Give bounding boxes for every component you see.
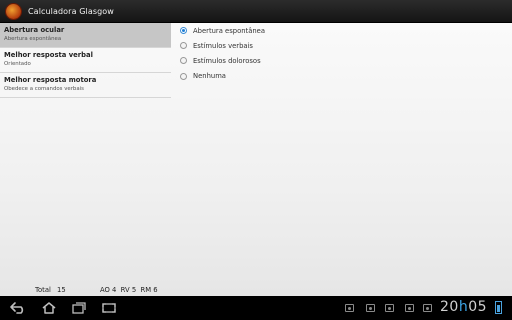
battery-icon [495, 301, 502, 314]
content-area: Abertura ocular Abertura espontânea Melh… [0, 23, 512, 296]
back-icon[interactable] [9, 301, 27, 315]
notification-icon[interactable] [405, 304, 414, 312]
total-label: Total [35, 286, 51, 294]
radio-button[interactable] [180, 42, 187, 50]
option-verbal-stimuli[interactable]: Estímulos verbais [176, 38, 506, 53]
action-bar: Calculadora Glasgow [0, 0, 512, 23]
app-title: Calculadora Glasgow [28, 6, 114, 16]
option-label: Estímulos verbais [193, 41, 253, 50]
clock-separator: h [458, 299, 469, 315]
screenshot-icon[interactable] [100, 301, 118, 315]
notification-icon[interactable] [423, 304, 432, 312]
category-title: Melhor resposta motora [4, 76, 97, 84]
category-item-eye-opening[interactable]: Abertura ocular Abertura espontânea [0, 23, 171, 48]
clock[interactable]: 20h05 [440, 299, 487, 315]
notification-icon[interactable] [366, 304, 375, 312]
brain-icon[interactable] [6, 3, 21, 19]
score-breakdown: AO 4 RV 5 RM 6 [100, 286, 158, 294]
option-label: Nenhuma [193, 72, 226, 81]
notification-icon[interactable] [385, 304, 394, 312]
score-footer: Total 15 AO 4 RV 5 RM 6 [0, 283, 512, 295]
option-group: Abertura espontânea Estímulos verbais Es… [176, 23, 506, 84]
category-item-motor-response[interactable]: Melhor resposta motora Obedece a comando… [0, 73, 171, 98]
category-item-verbal-response[interactable]: Melhor resposta verbal Orientado [0, 48, 171, 73]
category-title: Melhor resposta verbal [4, 51, 93, 59]
category-title: Abertura ocular [4, 26, 65, 34]
category-subtitle: Obedece a comandos verbais [4, 86, 84, 92]
category-subtitle: Orientado [4, 61, 31, 67]
category-list: Abertura ocular Abertura espontânea Melh… [0, 23, 171, 101]
notification-icon[interactable] [345, 304, 354, 312]
option-spontaneous[interactable]: Abertura espontânea [176, 23, 506, 38]
radio-button[interactable] [180, 72, 187, 80]
option-none[interactable]: Nenhuma [176, 69, 506, 84]
option-pain-stimuli[interactable]: Estímulos dolorosos [176, 53, 506, 68]
clock-hours: 20 [440, 299, 459, 315]
option-label: Estímulos dolorosos [193, 56, 261, 65]
recent-apps-icon[interactable] [70, 301, 88, 315]
total-score: 15 [57, 286, 66, 294]
radio-button-checked[interactable] [180, 27, 187, 35]
system-bar: 20h05 [0, 296, 512, 320]
clock-minutes: 05 [468, 299, 488, 315]
home-icon[interactable] [40, 301, 58, 315]
option-label: Abertura espontânea [193, 26, 266, 35]
radio-button[interactable] [180, 57, 187, 65]
category-subtitle: Abertura espontânea [4, 36, 62, 42]
